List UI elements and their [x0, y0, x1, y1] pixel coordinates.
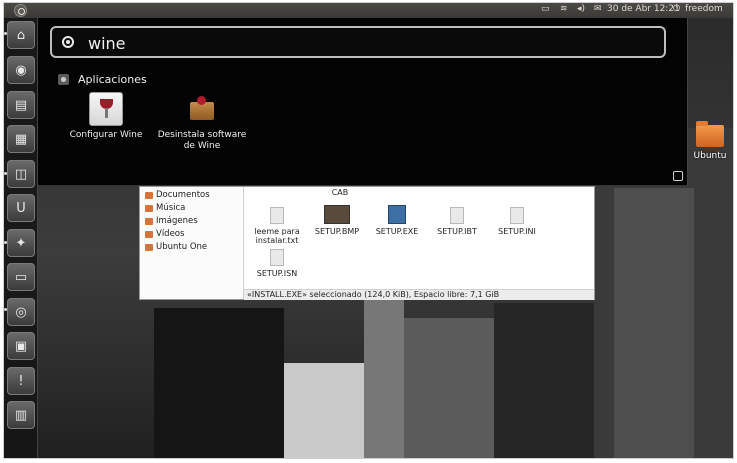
app-label: Configurar Wine — [69, 130, 143, 140]
running-indicator — [4, 32, 7, 35]
file-name: SETUP.EXE — [375, 227, 419, 236]
app-label: Desinstala software de Wine — [157, 130, 247, 151]
app-desinstala-wine[interactable]: Desinstala software de Wine — [152, 92, 252, 152]
folder-icon — [696, 121, 724, 147]
section-title: Aplicaciones — [78, 73, 147, 86]
writer-icon[interactable]: ▤ — [7, 91, 35, 119]
desktop-folder-ubuntu[interactable]: Ubuntu — [690, 121, 730, 161]
resize-handle-icon[interactable] — [673, 171, 683, 181]
status-bar: «INSTALL.EXE» seleccionado (124,0 KiB), … — [244, 289, 594, 300]
sidebar-item-documentos[interactable]: Documentos — [145, 190, 210, 200]
trash-icon[interactable]: ▥ — [7, 401, 35, 429]
sidebar-item-imagenes[interactable]: Imágenes — [145, 216, 198, 226]
file-name: leeme para instalar.txt — [254, 227, 300, 245]
running-indicator — [4, 308, 7, 311]
running-indicator — [4, 172, 7, 175]
music-folder-icon — [145, 204, 153, 212]
file-name: SETUP.BMP — [314, 227, 360, 236]
dash-overlay: Aplicaciones Configurar Wine Desinstala … — [38, 18, 688, 186]
wine-glass-icon — [89, 92, 123, 126]
folder-icon — [145, 191, 153, 199]
desktop-folder-label: Ubuntu — [693, 151, 727, 161]
clock[interactable]: 30 de Abr 12:21 — [607, 4, 680, 14]
pictures-folder-icon — [145, 217, 153, 225]
impress-icon[interactable]: ◫ — [7, 160, 35, 188]
volume-icon[interactable]: ◂) — [577, 4, 585, 14]
applications-section-icon — [58, 74, 69, 85]
running-indicator — [4, 241, 7, 244]
file-item[interactable]: leeme para instalar.txt — [247, 207, 307, 245]
sidebar-item-label: Documentos — [156, 190, 210, 200]
file-manager-sidebar: Documentos Música Imágenes Vídeos Ubuntu… — [140, 187, 244, 299]
exe-file-icon — [388, 205, 406, 224]
file-view: CAB leeme para instalar.txt SETUP.BMP SE… — [244, 187, 594, 289]
calc-icon[interactable]: ▦ — [7, 125, 35, 153]
firefox-icon[interactable]: ◉ — [7, 56, 35, 84]
ubuntu-logo-icon[interactable] — [14, 4, 27, 17]
search-input[interactable] — [88, 31, 648, 55]
battery-icon[interactable]: ▭ — [541, 4, 550, 14]
mail-icon[interactable]: ✉ — [594, 4, 602, 14]
terminal-icon[interactable]: ▭ — [7, 263, 35, 291]
file-item[interactable]: SETUP.BMP — [307, 205, 367, 236]
file-item[interactable]: SETUP.EXE — [367, 205, 427, 236]
image-file-icon — [324, 205, 350, 224]
generic-file-icon — [270, 249, 284, 266]
file-label-cut[interactable]: CAB — [310, 188, 370, 197]
file-item[interactable]: SETUP.ISN — [247, 249, 307, 278]
sidebar-item-label: Imágenes — [156, 216, 198, 226]
search-box[interactable] — [50, 26, 666, 58]
power-icon[interactable]: ⏻ — [673, 4, 680, 14]
sidebar-item-label: Vídeos — [156, 229, 185, 239]
sidebar-item-musica[interactable]: Música — [145, 203, 185, 213]
file-item[interactable]: SETUP.IBT — [427, 207, 487, 236]
search-icon — [62, 36, 74, 48]
file-name: SETUP.ISN — [256, 269, 298, 278]
app-configurar-wine[interactable]: Configurar Wine — [66, 92, 146, 141]
file-name: SETUP.IBT — [437, 227, 477, 236]
launcher: ⌂ ◉ ▤ ▦ ◫ U ✦ ▭ ◎ ▣ ! ▥ — [4, 18, 38, 458]
ubuntu-one-icon[interactable]: U — [7, 194, 35, 222]
sidebar-item-label: Ubuntu One — [156, 242, 208, 252]
desktop-screen: ▭ ≋ ◂) ✉ 30 de Abr 12:21 ⏻ freedom ⌂ ◉ ▤… — [3, 2, 734, 459]
sidebar-item-label: Música — [156, 203, 186, 213]
text-file-icon — [270, 207, 284, 224]
workspaces-icon[interactable]: ▣ — [7, 332, 35, 360]
home-folder-icon[interactable]: ⌂ — [7, 21, 35, 49]
file-item[interactable]: SETUP.INI — [487, 207, 547, 236]
wifi-icon[interactable]: ≋ — [560, 4, 568, 14]
package-remove-icon — [185, 92, 219, 126]
sidebar-item-videos[interactable]: Vídeos — [145, 229, 184, 239]
file-manager-window: Documentos Música Imágenes Vídeos Ubuntu… — [139, 186, 595, 300]
file-name: SETUP.INI — [498, 227, 536, 236]
sidebar-item-ubuntu-one[interactable]: Ubuntu One — [145, 242, 207, 252]
gwibber-icon[interactable]: ✦ — [7, 229, 35, 257]
generic-file-icon — [450, 207, 464, 224]
videos-folder-icon — [145, 230, 153, 238]
update-icon[interactable]: ! — [7, 367, 35, 395]
user-name[interactable]: freedom — [685, 4, 723, 14]
chromium-icon[interactable]: ◎ — [7, 298, 35, 326]
top-panel: ▭ ≋ ◂) ✉ 30 de Abr 12:21 ⏻ freedom — [4, 3, 733, 18]
folder-icon — [145, 243, 153, 251]
text-file-icon — [510, 207, 524, 224]
